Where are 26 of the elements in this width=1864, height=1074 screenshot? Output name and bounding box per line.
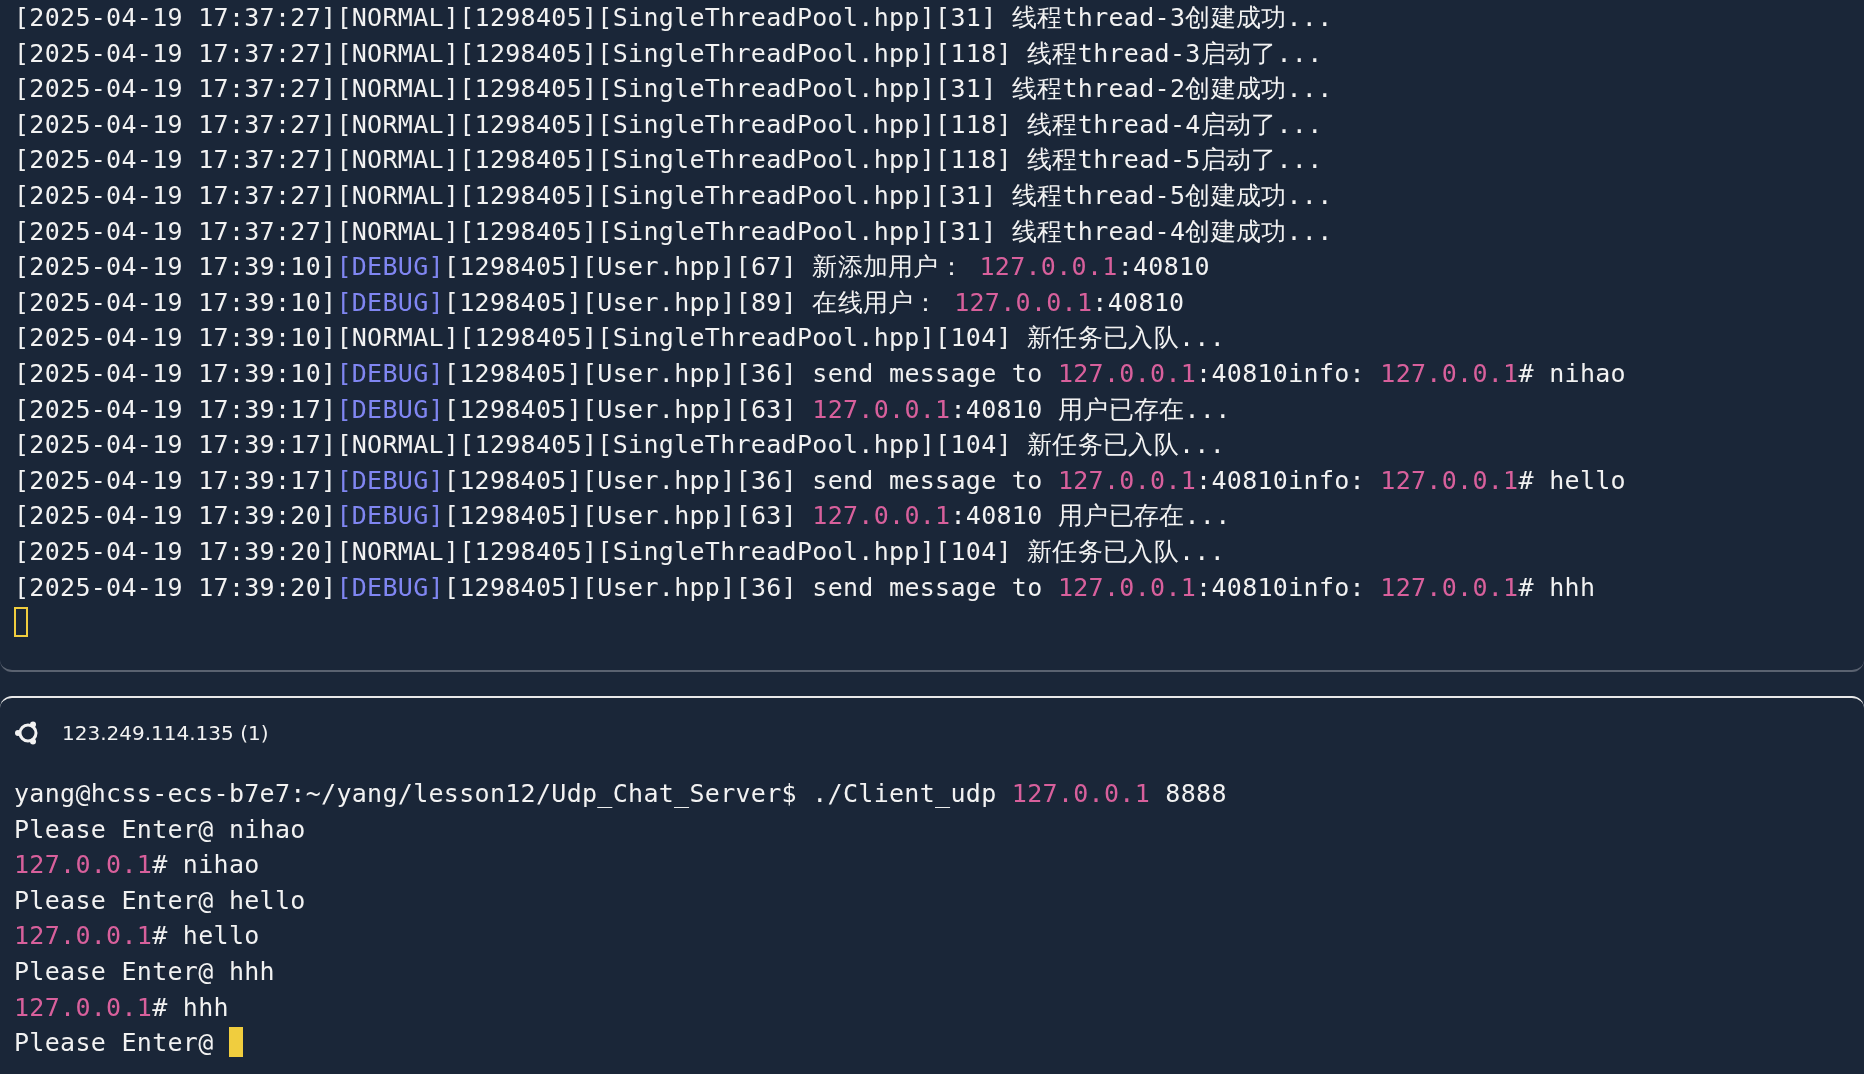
log-line: [2025-04-19 17:39:20][DEBUG][1298405][User.hpp][36] send message to 127.0.0.1:40810info: 127.0.0.1# hhh xyxy=(14,571,1597,604)
log-line: [2025-04-19 17:37:27][NORMAL][1298405][SingleThreadPool.hpp][118] 线程thread-4启动了... xyxy=(14,108,1324,141)
terminal-line: Please Enter@ hhh xyxy=(14,955,276,988)
log-line: [2025-04-19 17:37:27][NORMAL][1298405][SingleThreadPool.hpp][31] 线程thread-4创建成功... xyxy=(14,215,1334,248)
terminal-line: 127.0.0.1# nihao xyxy=(14,849,261,882)
log-line: [2025-04-19 17:37:27][NORMAL][1298405][SingleThreadPool.hpp][118] 线程thread-3启动了... xyxy=(14,37,1324,70)
log-line: [2025-04-19 17:37:27][NORMAL][1298405][SingleThreadPool.hpp][31] 线程thread-5创建成功... xyxy=(14,179,1334,212)
log-line: [2025-04-19 17:39:17][DEBUG][1298405][User.hpp][36] send message to 127.0.0.1:40810info: 127.0.0.1# hello xyxy=(14,464,1627,497)
log-line: [2025-04-19 17:39:10][DEBUG][1298405][User.hpp][89] 在线用户： 127.0.0.1:40810 xyxy=(14,286,1186,319)
terminal-prompt: Please Enter@ xyxy=(14,1028,215,1058)
log-line: [2025-04-19 17:37:27][NORMAL][1298405][SingleThreadPool.hpp][118] 线程thread-5启动了... xyxy=(14,144,1324,177)
log-line: [2025-04-19 17:39:10][NORMAL][1298405][SingleThreadPool.hpp][104] 新任务已入队... xyxy=(14,322,1227,355)
terminal-line: 127.0.0.1# hhh xyxy=(14,991,230,1024)
log-line: [2025-04-19 17:37:27][NORMAL][1298405][SingleThreadPool.hpp][31] 线程thread-2创建成功... xyxy=(14,73,1334,106)
terminal-line: Please Enter@ hello xyxy=(14,884,307,917)
log-line: [2025-04-19 17:39:10][DEBUG][1298405][User.hpp][67] 新添加用户： 127.0.0.1:40810 xyxy=(14,251,1211,284)
log-line: [2025-04-19 17:39:10][DEBUG][1298405][User.hpp][36] send message to 127.0.0.1:40810info: 127.0.0.1# nihao xyxy=(14,357,1627,390)
log-line: [2025-04-19 17:37:27][NORMAL][1298405][SingleThreadPool.hpp][31] 线程thread-3创建成功... xyxy=(14,2,1334,34)
log-line: [2025-04-19 17:39:17][DEBUG][1298405][User.hpp][63] 127.0.0.1:40810 用户已存在... xyxy=(14,393,1232,426)
terminal-line: 127.0.0.1# hello xyxy=(14,920,261,953)
log-line: [2025-04-19 17:39:20][NORMAL][1298405][SingleThreadPool.hpp][104] 新任务已入队... xyxy=(14,535,1227,568)
terminal-line: yang@hcss-ecs-b7e7:~/yang/lesson12/Udp_Chat_Server$ ./Client_udp 127.0.0.1 8888 xyxy=(14,778,1228,810)
log-line: [2025-04-19 17:39:17][NORMAL][1298405][SingleThreadPool.hpp][104] 新任务已入队... xyxy=(14,429,1227,462)
session-tab-title[interactable]: 123.249.114.135 (1) xyxy=(62,721,269,745)
terminal-line: Please Enter@ nihao xyxy=(14,813,307,846)
log-line: [2025-04-19 17:39:20][DEBUG][1298405][User.hpp][63] 127.0.0.1:40810 用户已存在... xyxy=(14,500,1232,533)
